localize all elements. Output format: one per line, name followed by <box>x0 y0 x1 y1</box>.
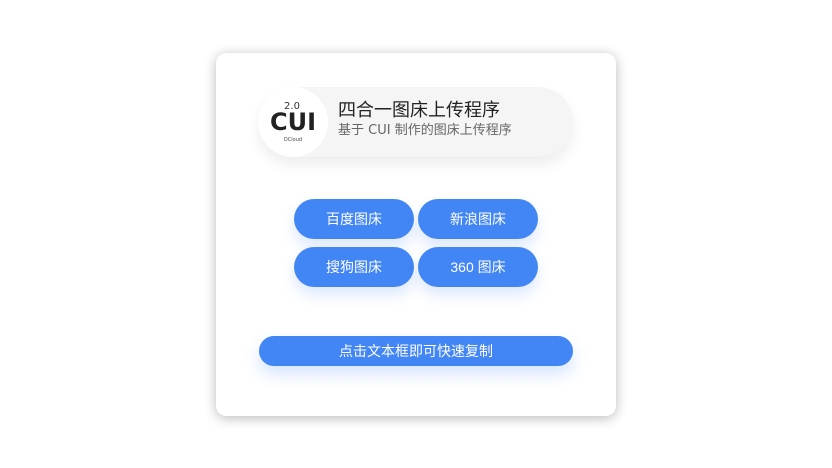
page-title: 四合一图床上传程序 <box>338 100 500 121</box>
cui-logo: 2.0 CUI DCloud <box>258 87 328 157</box>
upload-card: 2.0 CUI DCloud 四合一图床上传程序 基于 CUI 制作的图床上传程… <box>216 53 616 416</box>
copy-button[interactable]: 点击文本框即可快速复制 <box>259 336 573 366</box>
sina-host-button[interactable]: 新浪图床 <box>418 199 538 239</box>
sogou-host-button[interactable]: 搜狗图床 <box>294 247 414 287</box>
logo-text: CUI <box>270 108 316 136</box>
baidu-host-button[interactable]: 百度图床 <box>294 199 414 239</box>
360-host-button[interactable]: 360 图床 <box>418 247 538 287</box>
page-subtitle: 基于 CUI 制作的图床上传程序 <box>338 123 512 138</box>
header-pill: 2.0 CUI DCloud 四合一图床上传程序 基于 CUI 制作的图床上传程… <box>258 87 573 157</box>
logo-caption: DCloud <box>284 137 302 143</box>
